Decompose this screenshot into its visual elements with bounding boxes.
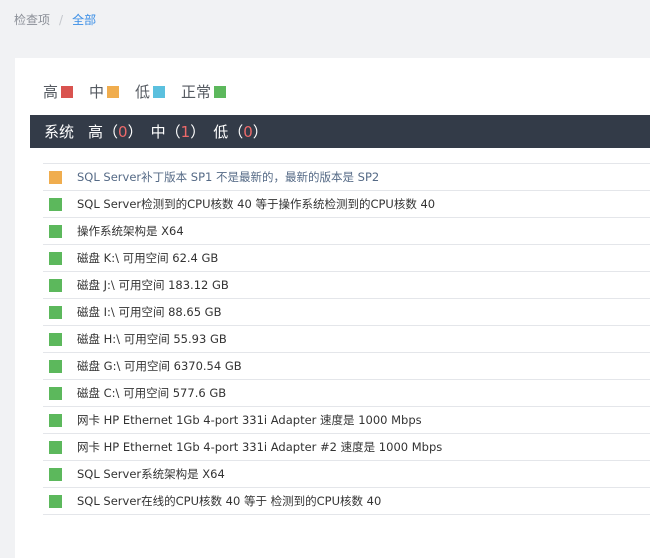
section-high-summary: 高（0） <box>88 123 143 141</box>
check-item-text: 磁盘 H:\ 可用空间 55.93 GB <box>77 332 227 346</box>
severity-square-icon <box>49 170 62 184</box>
severity-square-icon <box>49 386 62 400</box>
legend-item-normal: 正常 <box>181 81 227 102</box>
severity-square-icon <box>49 440 62 454</box>
severity-square-icon <box>49 197 62 211</box>
severity-square-icon <box>49 359 62 373</box>
check-item-text: 磁盘 I:\ 可用空间 88.65 GB <box>77 305 222 319</box>
check-item-row: 磁盘 K:\ 可用空间 62.4 GB <box>43 245 650 272</box>
check-item-text: 磁盘 G:\ 可用空间 6370.54 GB <box>77 359 242 373</box>
breadcrumb-separator: / <box>59 12 64 27</box>
breadcrumb-current: 全部 <box>72 13 97 27</box>
legend-label-low: 低 <box>135 83 151 101</box>
legend-label-normal: 正常 <box>181 83 212 101</box>
section-medium-count: 1 <box>180 123 191 141</box>
legend-swatch-medium <box>107 85 120 98</box>
severity-square-icon <box>49 278 62 292</box>
check-item-text: SQL Server补丁版本 SP1 不是最新的，最新的版本是 SP2 <box>77 170 380 184</box>
severity-legend: 高 中 低 正常 <box>43 81 242 102</box>
check-item-row: SQL Server在线的CPU核数 40 等于 检测到的CPU核数 40 <box>43 488 650 515</box>
severity-square-icon <box>49 251 62 265</box>
severity-square-icon <box>49 494 62 508</box>
check-item-row: 磁盘 G:\ 可用空间 6370.54 GB <box>43 353 650 380</box>
check-item-row: SQL Server检测到的CPU核数 40 等于操作系统检测到的CPU核数 4… <box>43 191 650 218</box>
check-item-row: 磁盘 H:\ 可用空间 55.93 GB <box>43 326 650 353</box>
severity-square-icon <box>49 332 62 346</box>
check-item-text: SQL Server系统架构是 X64 <box>77 467 225 481</box>
section-low-label: 低 <box>213 123 229 141</box>
check-item-text: 网卡 HP Ethernet 1Gb 4-port 331i Adapter #… <box>77 440 443 454</box>
breadcrumb-root-link[interactable]: 检查项 <box>14 11 50 28</box>
check-item-row: SQL Server系统架构是 X64 <box>43 461 650 488</box>
legend-swatch-low <box>153 85 166 98</box>
legend-label-medium: 中 <box>89 83 105 101</box>
check-item-list: SQL Server补丁版本 SP1 不是最新的，最新的版本是 SP2 SQL S… <box>43 163 650 515</box>
check-item-text: 操作系统架构是 X64 <box>77 224 184 238</box>
check-item-row: 磁盘 I:\ 可用空间 88.65 GB <box>43 299 650 326</box>
check-item-text: 磁盘 C:\ 可用空间 577.6 GB <box>77 386 227 400</box>
check-item-text: 磁盘 J:\ 可用空间 183.12 GB <box>77 278 229 292</box>
severity-square-icon <box>49 413 62 427</box>
check-item-row: 磁盘 J:\ 可用空间 183.12 GB <box>43 272 650 299</box>
check-item-text: 磁盘 K:\ 可用空间 62.4 GB <box>77 251 219 265</box>
check-item-text: SQL Server在线的CPU核数 40 等于 检测到的CPU核数 40 <box>77 494 382 508</box>
check-item-row: SQL Server补丁版本 SP1 不是最新的，最新的版本是 SP2 <box>43 164 650 191</box>
section-medium-summary: 中（1） <box>150 123 206 141</box>
legend-swatch-high <box>61 85 74 98</box>
legend-item-low: 低 <box>135 81 166 102</box>
legend-item-high: 高 <box>43 81 74 102</box>
check-item-row: 磁盘 C:\ 可用空间 577.6 GB <box>43 380 650 407</box>
section-low-summary: 低（0） <box>213 123 268 141</box>
breadcrumb: 检查项 / 全部 <box>14 11 96 28</box>
severity-square-icon <box>49 224 62 238</box>
severity-square-icon <box>49 305 62 319</box>
section-header-system[interactable]: 系统 高（0） 中（1） 低（0） <box>30 115 650 148</box>
check-item-text: SQL Server检测到的CPU核数 40 等于操作系统检测到的CPU核数 4… <box>77 197 436 211</box>
section-medium-label: 中 <box>150 123 166 141</box>
section-high-count: 0 <box>118 123 128 141</box>
check-item-row: 网卡 HP Ethernet 1Gb 4-port 331i Adapter #… <box>43 434 650 461</box>
section-high-label: 高 <box>88 123 104 141</box>
severity-square-icon <box>49 467 62 481</box>
check-item-text: 网卡 HP Ethernet 1Gb 4-port 331i Adapter 速… <box>77 413 422 427</box>
legend-label-high: 高 <box>43 83 59 101</box>
check-item-row: 网卡 HP Ethernet 1Gb 4-port 331i Adapter 速… <box>43 407 650 434</box>
check-item-row: 操作系统架构是 X64 <box>43 218 650 245</box>
section-title: 系统 <box>44 123 75 141</box>
section-low-count: 0 <box>243 123 253 141</box>
legend-item-medium: 中 <box>89 81 120 102</box>
legend-swatch-normal <box>214 85 227 98</box>
